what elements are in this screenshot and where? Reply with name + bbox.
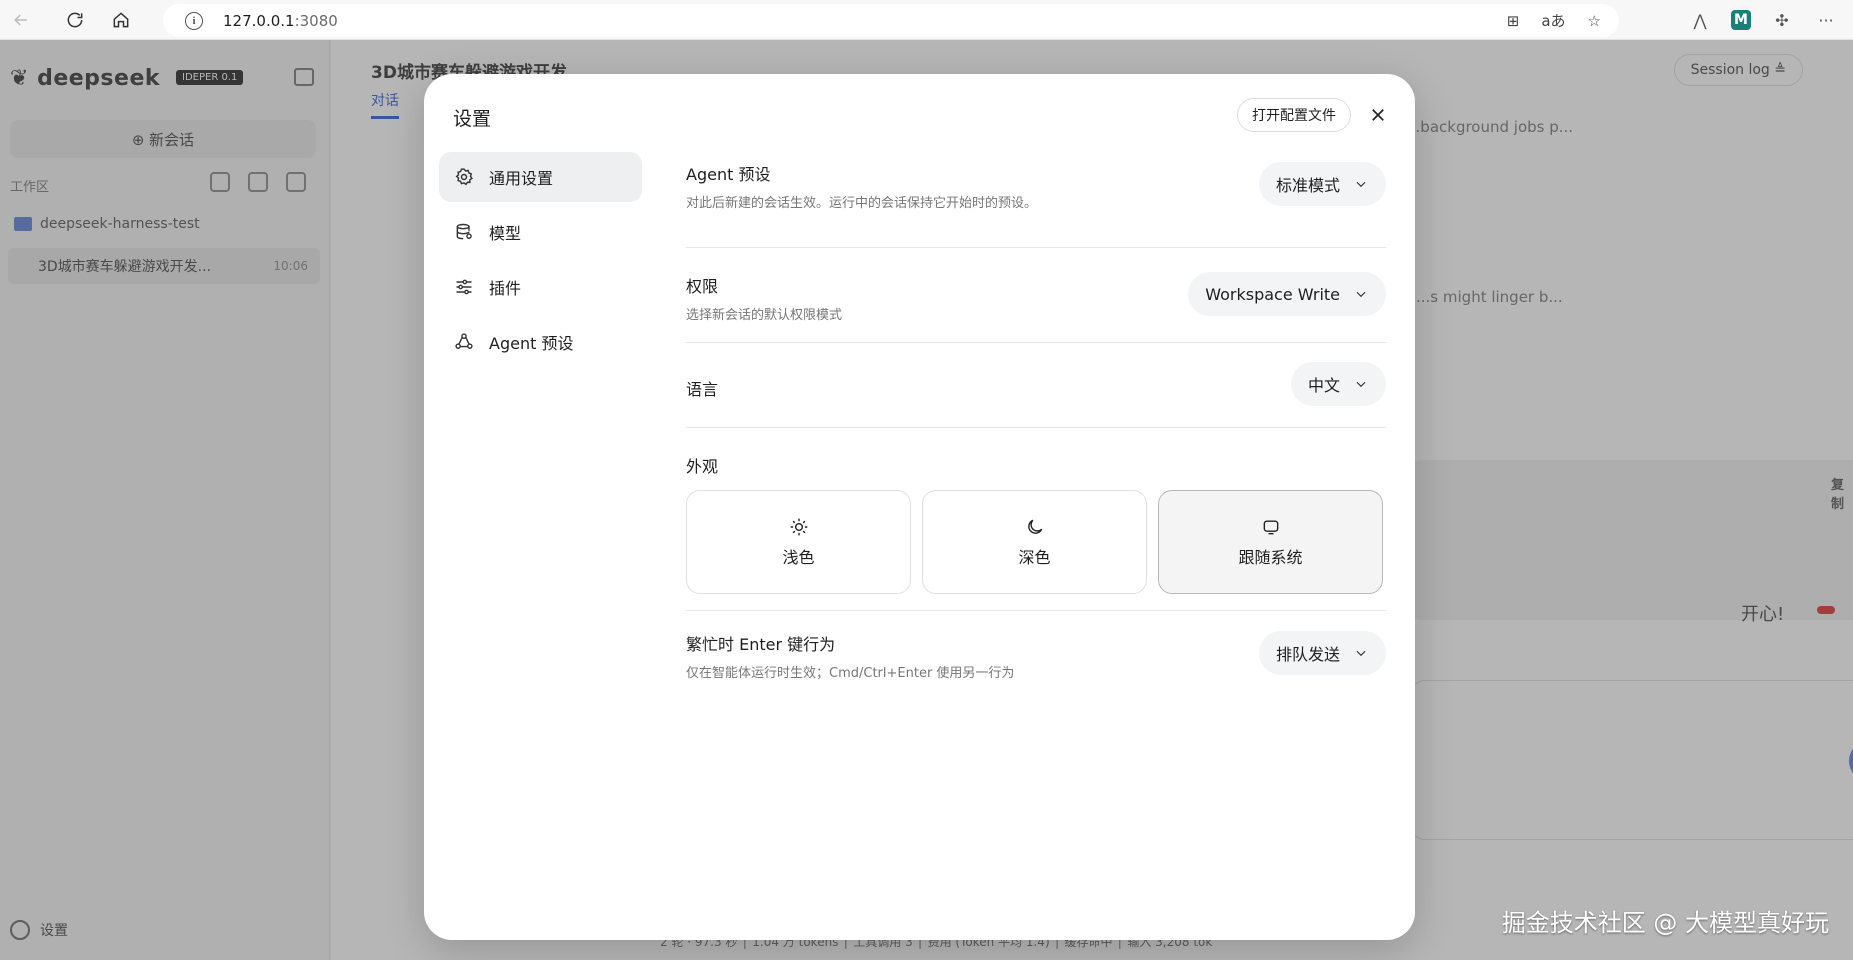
browser-menu-button[interactable]: ··· <box>1813 7 1839 33</box>
reload-icon <box>67 12 83 27</box>
theme-dark-option[interactable]: 深色 <box>922 490 1147 594</box>
busy-enter-select[interactable]: 排队发送 <box>1258 631 1386 675</box>
language-value: 中文 <box>1307 376 1340 395</box>
dialog-title: 设置 <box>453 108 492 130</box>
close-icon <box>1372 109 1384 121</box>
gear-icon <box>453 166 475 188</box>
nav-item-model-label: 模型 <box>489 224 522 243</box>
reload-button[interactable] <box>58 3 92 37</box>
nav-item-agent-preset[interactable]: Agent 预设 <box>439 317 642 367</box>
nav-item-plugins-label: 插件 <box>489 279 522 298</box>
extensions-area: ⋀ M ✣ ··· <box>1687 0 1853 40</box>
home-button[interactable] <box>104 3 138 37</box>
theme-light-label: 浅色 <box>782 548 815 567</box>
busy-enter-row: 繁忙时 Enter 键行为 仅在智能体运行时生效；Cmd/Ctrl+Enter … <box>686 611 1386 691</box>
back-button[interactable] <box>4 3 38 37</box>
language-row: 语言 中文 <box>686 343 1386 428</box>
theme-system-label: 跟随系统 <box>1238 548 1303 567</box>
agent-preset-row: Agent 预设 对此后新建的会话生效。运行中的会话保持它开始时的预设。 标准模… <box>686 152 1386 248</box>
language-select[interactable]: 中文 <box>1290 362 1386 406</box>
chevron-down-icon <box>1356 650 1366 657</box>
sliders-icon <box>453 276 475 298</box>
appearance-row: 外观 浅色 深色 跟随系统 <box>686 428 1386 611</box>
settings-content: Agent 预设 对此后新建的会话生效。运行中的会话保持它开始时的预设。 标准模… <box>686 152 1386 691</box>
recycle-icon <box>453 331 475 353</box>
open-config-file-button[interactable]: 打开配置文件 <box>1237 98 1351 132</box>
theme-dark-label: 深色 <box>1018 548 1051 567</box>
chevron-down-icon <box>1356 291 1366 298</box>
nav-item-plugins[interactable]: 插件 <box>439 262 642 312</box>
moon-icon <box>1024 516 1046 538</box>
theme-options: 浅色 深色 跟随系统 <box>686 490 1386 594</box>
nav-item-model[interactable]: 模型 <box>439 207 642 257</box>
url-port: :3080 <box>294 11 338 30</box>
settings-nav: 通用设置 模型 插件 Agent 预设 <box>439 152 642 372</box>
address-bar[interactable]: i 127.0.0.1:3080 ⊞ aあ ☆ <box>163 4 1619 37</box>
nav-item-general[interactable]: 通用设置 <box>439 152 642 202</box>
chevron-down-icon <box>1356 381 1366 388</box>
home-icon <box>113 11 129 27</box>
nav-item-general-label: 通用设置 <box>489 169 554 188</box>
favorite-star-icon[interactable]: ☆ <box>1588 12 1601 30</box>
url-host: 127.0.0.1 <box>223 11 295 30</box>
translate-icon[interactable]: aあ <box>1541 10 1565 31</box>
monitor-icon <box>1260 516 1282 538</box>
busy-enter-value: 排队发送 <box>1275 645 1340 664</box>
nav-item-agent-preset-label: Agent 预设 <box>489 334 574 353</box>
permission-value: Workspace Write <box>1205 284 1340 304</box>
appearance-title: 外观 <box>686 457 719 476</box>
database-icon <box>453 221 475 243</box>
language-title: 语言 <box>686 380 719 399</box>
close-button[interactable] <box>1365 102 1391 128</box>
permission-row: 权限 选择新会话的默认权限模式 Workspace Write <box>686 248 1386 343</box>
permission-select[interactable]: Workspace Write <box>1188 272 1386 316</box>
app-available-icon[interactable]: ⊞ <box>1507 12 1520 30</box>
chevron-down-icon <box>1356 181 1366 188</box>
watermark: 掘金技术社区 @ 大模型真好玩 <box>1501 909 1829 937</box>
settings-dialog: 设置 打开配置文件 通用设置 模型 插件 Agent 预设 Agent 预设 对… <box>424 74 1415 940</box>
extension-a-icon[interactable]: ⋀ <box>1687 7 1713 33</box>
arrow-left-icon <box>14 13 27 26</box>
address-bar-actions: ⊞ aあ ☆ <box>1507 4 1601 37</box>
extensions-puzzle-icon[interactable]: ✣ <box>1769 7 1795 33</box>
theme-system-option[interactable]: 跟随系统 <box>1158 490 1383 594</box>
info-icon[interactable]: i <box>185 11 203 30</box>
extension-m-icon[interactable]: M <box>1731 10 1751 30</box>
theme-light-option[interactable]: 浅色 <box>686 490 911 594</box>
browser-toolbar: i 127.0.0.1:3080 ⊞ aあ ☆ ⋀ M ✣ ··· <box>0 0 1853 40</box>
sun-icon <box>788 516 810 538</box>
agent-preset-value: 标准模式 <box>1275 176 1340 195</box>
agent-preset-select[interactable]: 标准模式 <box>1258 162 1386 206</box>
